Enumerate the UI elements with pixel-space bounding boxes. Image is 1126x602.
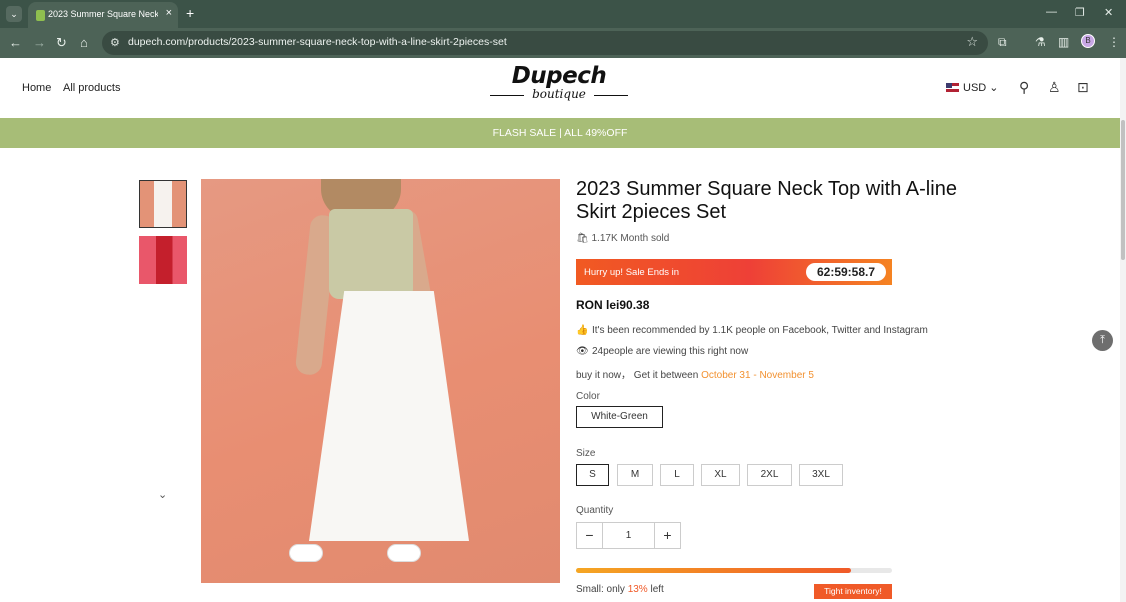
- url-text[interactable]: dupech.com/products/2023-summer-square-n…: [128, 36, 507, 48]
- nav-all-products[interactable]: All products: [63, 82, 120, 94]
- nav-home[interactable]: Home: [22, 82, 51, 94]
- logo-sub-text: boutique: [488, 87, 630, 101]
- countdown-label: Hurry up! Sale Ends in: [584, 267, 680, 278]
- stock-prefix: Small: only: [576, 584, 628, 595]
- sold-text: 1.17K Month sold: [591, 233, 670, 244]
- product-title: 2023 Summer Square Neck Top with A-line …: [576, 178, 957, 223]
- user-icon[interactable]: ♙: [1048, 79, 1061, 96]
- favicon-icon: [36, 10, 45, 21]
- quantity-decrease-button[interactable]: −: [577, 523, 603, 548]
- sold-count: 🛍 1.17K Month sold: [576, 233, 669, 244]
- sale-countdown-bar: Hurry up! Sale Ends in 62:59:58.7: [576, 259, 892, 285]
- bag-icon: 🛍: [576, 233, 592, 244]
- tab-active[interactable]: 2023 Summer Square Neck Top ×: [28, 2, 178, 28]
- forward-icon[interactable]: →: [33, 35, 46, 51]
- browser-tab-bar: ⌄ 2023 Summer Square Neck Top × + — ❐ ✕: [0, 0, 1126, 28]
- thumbs-up-icon: 👍: [576, 325, 589, 336]
- size-option-m[interactable]: M: [617, 464, 653, 486]
- size-option-xl[interactable]: XL: [701, 464, 740, 486]
- image-shoe-right: [387, 544, 421, 562]
- recommendation-line: 👍 It's been recommended by 1.1K people on…: [576, 325, 928, 336]
- recommendation-text: It's been recommended by 1.1K people on …: [592, 325, 928, 336]
- viewers-line: 👁 24people are viewing this right now: [576, 346, 748, 357]
- page-scrollbar[interactable]: [1120, 58, 1126, 602]
- quantity-increase-button[interactable]: +: [654, 523, 680, 548]
- delivery-start-date: October 31: [701, 370, 751, 381]
- reload-icon[interactable]: ↻: [56, 35, 67, 51]
- stock-progress-fill: [576, 568, 851, 573]
- site-logo[interactable]: Dupech boutique: [488, 63, 630, 113]
- avatar[interactable]: B: [1081, 34, 1095, 48]
- countdown-timer: 62:59:58.7: [806, 263, 886, 281]
- quantity-label: Quantity: [576, 505, 614, 516]
- color-label: Color: [576, 391, 600, 402]
- sidebar-icon[interactable]: ▥: [1058, 35, 1069, 49]
- cart-icon[interactable]: ⊡: [1077, 79, 1089, 96]
- back-to-top-icon[interactable]: ⤒: [1092, 330, 1113, 351]
- new-tab-button[interactable]: +: [186, 5, 194, 21]
- image-shoe-left: [289, 544, 323, 562]
- gallery-thumbnail-1[interactable]: [139, 180, 187, 228]
- back-icon[interactable]: ←: [9, 35, 22, 51]
- size-option-3xl[interactable]: 3XL: [799, 464, 843, 486]
- stock-percent: 13%: [627, 584, 648, 595]
- home-icon[interactable]: ⌂: [80, 35, 88, 51]
- chevron-down-icon[interactable]: ⌄: [158, 488, 167, 501]
- site-info-icon[interactable]: ⚙: [110, 36, 120, 49]
- image-top: [329, 209, 413, 299]
- quantity-input[interactable]: 1: [603, 523, 654, 548]
- tight-inventory-badge: Tight inventory!: [814, 584, 892, 599]
- browser-toolbar: ← → ↻ ⌂ ⚙ dupech.com/products/2023-summe…: [0, 28, 1126, 58]
- size-option-2xl[interactable]: 2XL: [747, 464, 792, 486]
- image-skirt: [309, 291, 469, 541]
- eye-icon: 👁: [576, 346, 589, 357]
- tab-list-icon[interactable]: ⌄: [6, 6, 22, 22]
- labs-icon[interactable]: ⚗: [1035, 35, 1046, 49]
- stock-suffix: left: [647, 584, 664, 595]
- stock-progress-bar: [576, 568, 892, 573]
- extensions-icon[interactable]: ⧉: [998, 35, 1007, 50]
- maximize-button[interactable]: ❐: [1075, 6, 1085, 19]
- delivery-line: buy it now， Get it between October 31 - …: [576, 366, 814, 381]
- menu-icon[interactable]: ⋮: [1108, 35, 1120, 49]
- currency-selector[interactable]: USD ⌄: [946, 81, 999, 94]
- currency-code: USD: [963, 82, 987, 94]
- site-header: Home All products Dupech boutique USD ⌄ …: [0, 58, 1120, 118]
- announcement-bar[interactable]: FLASH SALE | ALL 49%OFF: [0, 118, 1120, 148]
- quantity-stepper: − 1 +: [576, 522, 681, 549]
- stock-text: Small: only 13% left: [576, 584, 664, 595]
- address-bar[interactable]: ⚙ dupech.com/products/2023-summer-square…: [102, 31, 988, 55]
- chevron-down-icon: ⌄: [989, 82, 999, 94]
- size-option-l[interactable]: L: [660, 464, 694, 486]
- star-icon[interactable]: ☆: [966, 34, 978, 50]
- close-window-button[interactable]: ✕: [1104, 6, 1113, 19]
- product-price: RON lei90.38: [576, 298, 650, 312]
- logo-main-text: Dupech: [511, 63, 607, 89]
- viewers-text: 24people are viewing this right now: [592, 346, 749, 357]
- tab-close-icon[interactable]: ×: [166, 7, 172, 19]
- minimize-button[interactable]: —: [1046, 6, 1057, 18]
- tab-title: 2023 Summer Square Neck Top: [48, 9, 158, 19]
- delivery-prefix: buy it now， Get it between: [576, 370, 702, 381]
- color-option-white-green[interactable]: White-Green: [576, 406, 663, 428]
- size-label: Size: [576, 448, 596, 459]
- delivery-end-date: November 5: [759, 370, 814, 381]
- scroll-thumb[interactable]: [1121, 120, 1125, 260]
- search-icon[interactable]: ⚲: [1019, 79, 1029, 96]
- size-option-s[interactable]: S: [576, 464, 609, 486]
- us-flag-icon: [946, 83, 959, 92]
- main-product-image[interactable]: [201, 179, 560, 583]
- gallery-thumbnail-2[interactable]: [139, 236, 187, 284]
